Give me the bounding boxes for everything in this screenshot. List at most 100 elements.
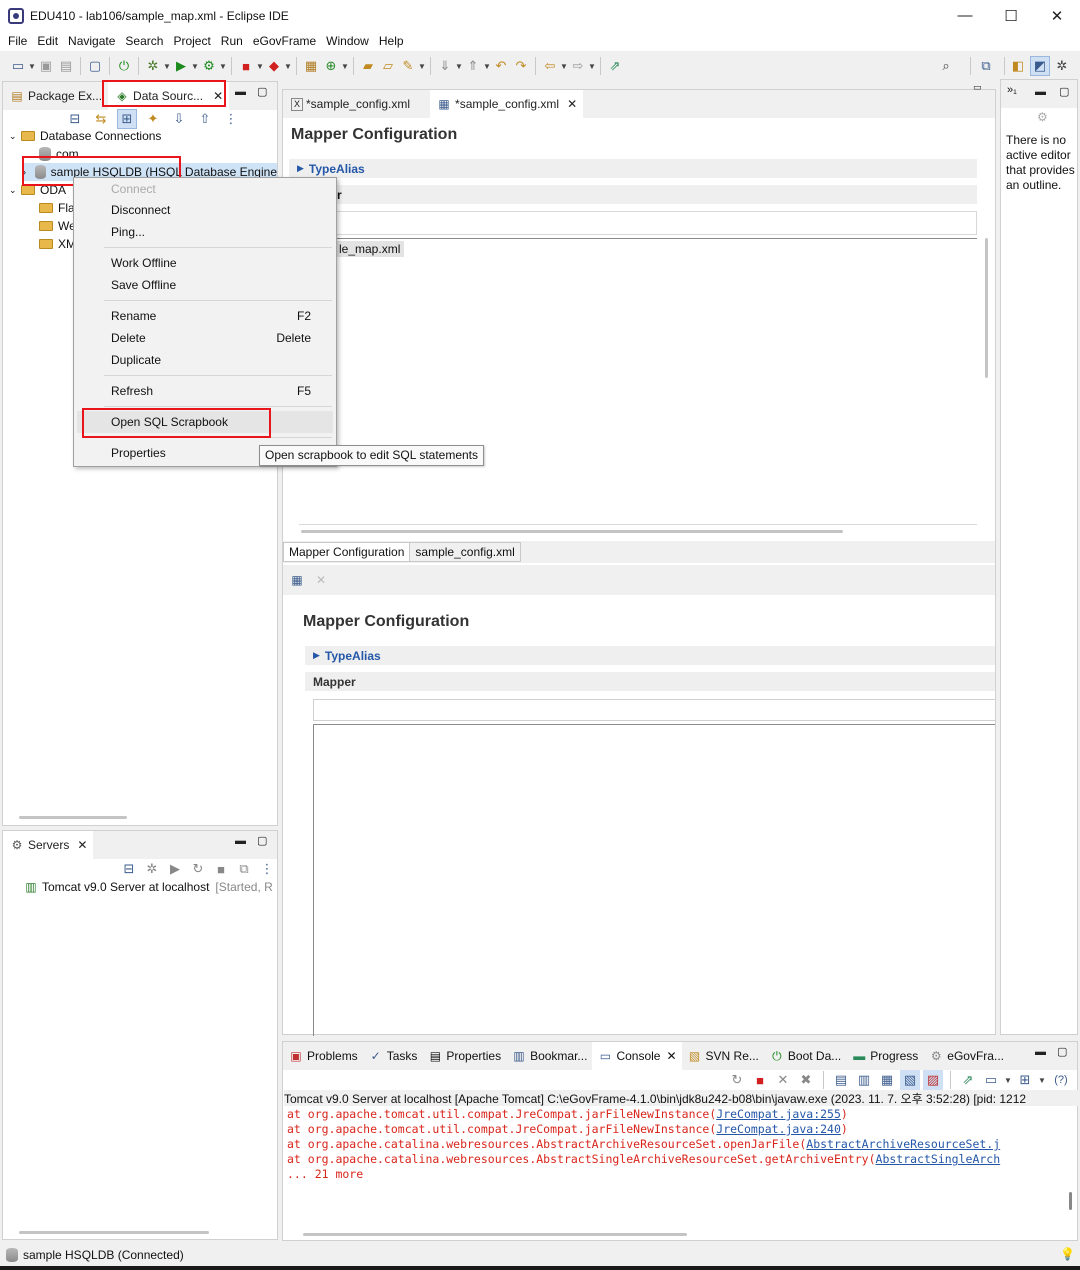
menu-item-save-offline[interactable]: Save Offline (74, 274, 336, 296)
new-class-dropdown-icon[interactable]: ▼ (341, 62, 349, 71)
stop-dropdown-icon[interactable]: ▼ (256, 62, 264, 71)
menu-item-delete[interactable]: Delete Delete (74, 327, 336, 349)
console-word-wrap-icon[interactable]: ▦ (877, 1070, 897, 1090)
outline-minimize-icon[interactable]: ▬ (1035, 86, 1046, 98)
tab-svn[interactable]: ▧ SVN Re... (682, 1042, 764, 1070)
page-tab-source[interactable]: sample_config.xml (410, 542, 521, 562)
console-output[interactable]: at org.apache.tomcat.util.compat.JreComp… (287, 1107, 1061, 1207)
forward-icon[interactable]: ⇨ (568, 56, 588, 76)
console-minimize-icon[interactable]: ▬ (1035, 1046, 1046, 1058)
tab-package-explorer[interactable]: ▤ Package Ex... (3, 82, 108, 110)
new-connection-icon[interactable]: ✦ (143, 109, 163, 129)
collapse-all-icon[interactable]: ⊟ (65, 109, 85, 129)
tab-console[interactable]: ▭ Console ✕ (592, 1042, 682, 1070)
expand-triangle-icon[interactable]: ▶ (297, 163, 304, 174)
console-terminate-icon[interactable]: ■ (750, 1070, 770, 1090)
run-dropdown-icon[interactable]: ▼ (191, 62, 199, 71)
external-tools-dropdown-icon[interactable]: ▼ (219, 62, 227, 71)
tab-egovframe[interactable]: ⚙ eGovFra... (923, 1042, 1009, 1070)
servers-minimize-icon[interactable]: ▬ (235, 835, 246, 847)
mapper-filter-input[interactable] (299, 211, 977, 235)
console-view-icon[interactable]: ▢ (85, 56, 105, 76)
console-vscrollbar[interactable] (1069, 1192, 1072, 1210)
prev-annotation-icon[interactable]: ⇑ (463, 56, 483, 76)
servers-view-menu-icon[interactable]: ⋮ (257, 859, 277, 879)
next-annotation-icon[interactable]: ⇓ (435, 56, 455, 76)
new-dropdown-icon[interactable]: ▼ (28, 62, 36, 71)
next-annotation-dropdown-icon[interactable]: ▼ (455, 62, 463, 71)
minimize-button[interactable]: — (942, 0, 988, 31)
start-server-icon[interactable]: ⏻ (114, 56, 134, 76)
editor-tab-2-close-icon[interactable]: ✕ (567, 97, 577, 111)
tree-oda-child[interactable]: We (39, 217, 76, 235)
show-more-views-icon[interactable]: »₁ (1007, 84, 1017, 96)
tree-view-icon[interactable]: ⊞ (117, 109, 137, 129)
editor-hscrollbar[interactable] (301, 530, 843, 533)
expand-chevron-icon[interactable]: ⌄ (9, 185, 21, 196)
menu-file[interactable]: File (3, 34, 32, 48)
editor-vscrollbar[interactable] (985, 238, 988, 378)
menu-search[interactable]: Search (120, 34, 168, 48)
open-folder-icon[interactable]: ▱ (378, 56, 398, 76)
menu-project[interactable]: Project (168, 34, 215, 48)
forward-edit-icon[interactable]: ↷ (511, 56, 531, 76)
console-line-link[interactable]: JreCompat.java:240 (716, 1122, 841, 1136)
view-menu-icon[interactable]: ⋮ (221, 109, 241, 129)
tab-servers[interactable]: ⚙ Servers ✕ (3, 831, 94, 859)
new-class-icon[interactable]: ⊕ (321, 56, 341, 76)
save-all-icon[interactable]: ▤ (56, 56, 76, 76)
console-open-dropdown-icon[interactable]: ▼ (1038, 1076, 1046, 1085)
open-perspective-icon[interactable]: ⧉ (976, 56, 996, 76)
split-typealias-section[interactable]: ▶ TypeAlias (305, 646, 995, 665)
menu-navigate[interactable]: Navigate (63, 34, 120, 48)
export-icon[interactable]: ⇧ (195, 109, 215, 129)
console-pin-icon[interactable]: ⇗ (958, 1070, 978, 1090)
back-dropdown-icon[interactable]: ▼ (560, 62, 568, 71)
new-icon[interactable]: ▭ (8, 56, 28, 76)
tab-console-close-icon[interactable]: ✕ (666, 1049, 676, 1063)
tree-database-connections[interactable]: ⌄ Database Connections (9, 127, 161, 145)
prev-annotation-dropdown-icon[interactable]: ▼ (483, 62, 491, 71)
menu-item-duplicate[interactable]: Duplicate (74, 349, 336, 371)
servers-hscrollbar[interactable] (19, 1231, 209, 1234)
typealias-link[interactable]: TypeAlias (309, 162, 365, 176)
import-icon[interactable]: ⇩ (169, 109, 189, 129)
editor-tab-1[interactable]: X *sample_config.xml (283, 90, 416, 118)
menu-edit[interactable]: Edit (32, 34, 63, 48)
menu-window[interactable]: Window (321, 34, 374, 48)
tab-tasks[interactable]: ✓ Tasks (363, 1042, 423, 1070)
mapper-list-item[interactable]: le_map.xml (335, 241, 405, 257)
outline-maximize-icon[interactable]: ▢ (1059, 85, 1069, 98)
servers-maximize-icon[interactable]: ▢ (257, 834, 267, 847)
debug-icon[interactable]: ✲ (143, 56, 163, 76)
collapse-icon[interactable]: ⊟ (119, 859, 139, 879)
expand-triangle-icon[interactable]: ▶ (313, 650, 320, 661)
maximize-button[interactable]: ☐ (988, 0, 1034, 31)
mapper-list[interactable]: le_map.xml (299, 238, 977, 525)
pin-editor-icon[interactable]: ⇗ (605, 56, 625, 76)
close-window-button[interactable]: ✕ (1034, 0, 1080, 31)
typealias-section[interactable]: ▶ TypeAlias (289, 159, 977, 178)
terminate-dropdown-icon[interactable]: ▼ (284, 62, 292, 71)
tab-boot-dashboard[interactable]: ⏻ Boot Da... (764, 1042, 846, 1070)
console-clear-icon[interactable]: ▤ (831, 1070, 851, 1090)
console-refresh-icon[interactable]: ↻ (727, 1070, 747, 1090)
menu-item-rename[interactable]: Rename F2 (74, 305, 336, 327)
search-tool-dropdown-icon[interactable]: ▼ (418, 62, 426, 71)
stop-server-icon[interactable]: ■ (211, 859, 231, 879)
last-edit-icon[interactable]: ↶ (491, 56, 511, 76)
tree-oda-child[interactable]: Fla (39, 199, 75, 217)
tip-lightbulb-icon[interactable]: 💡 (1060, 1247, 1075, 1261)
egov-perspective-icon[interactable]: ◩ (1030, 56, 1050, 76)
split-mapper-filter-input[interactable] (313, 699, 995, 721)
save-icon[interactable]: ▣ (36, 56, 56, 76)
package-icon[interactable]: ▦ (301, 56, 321, 76)
page-tab-mapper-config[interactable]: Mapper Configuration (283, 542, 411, 562)
console-scroll-lock-icon[interactable]: ▥ (854, 1070, 874, 1090)
menu-item-work-offline[interactable]: Work Offline (74, 252, 336, 274)
left-minimize-icon[interactable]: ▬ (235, 86, 246, 98)
split-typealias-link[interactable]: TypeAlias (325, 649, 381, 663)
console-remove-all-icon[interactable]: ✖ (796, 1070, 816, 1090)
link-editor-icon[interactable]: ⇆ (91, 109, 111, 129)
back-icon[interactable]: ⇦ (540, 56, 560, 76)
